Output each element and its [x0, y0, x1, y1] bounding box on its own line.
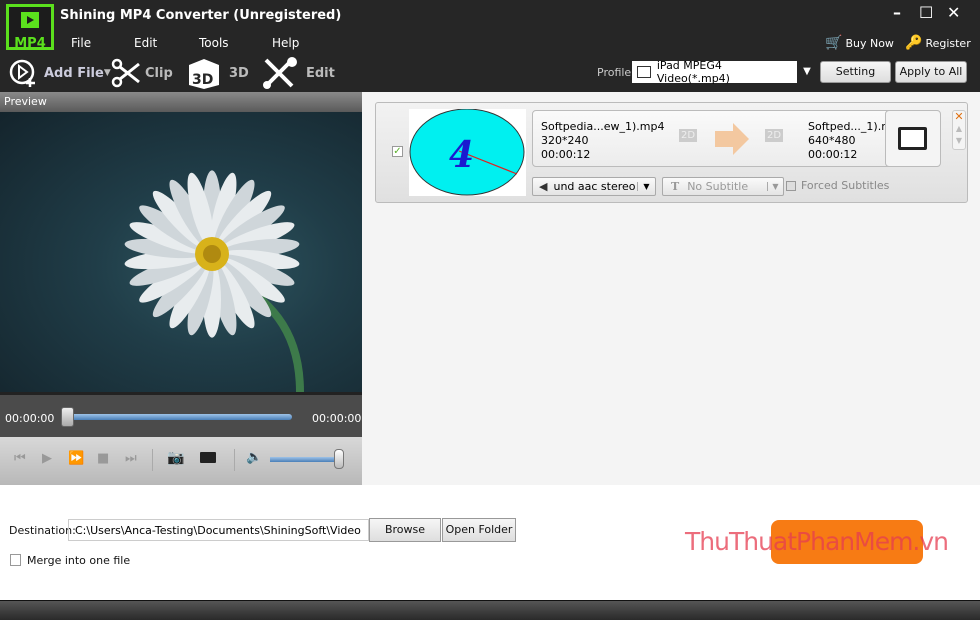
- merge-checkbox[interactable]: [10, 554, 21, 566]
- profile-dropdown-arrow[interactable]: ▼: [797, 61, 817, 83]
- tablet-icon: [637, 66, 651, 78]
- destination-input[interactable]: C:\Users\Anca-Testing\Documents\ShiningS…: [68, 519, 369, 541]
- file-item-checkbox[interactable]: ✓: [392, 146, 403, 157]
- move-up-icon[interactable]: ▲: [953, 123, 965, 135]
- tablet-icon: [898, 127, 927, 150]
- apply-to-all-button[interactable]: Apply to All: [895, 61, 967, 83]
- play-button[interactable]: ▶: [42, 451, 52, 466]
- source-duration: 00:00:12: [541, 148, 591, 161]
- watermark: ThuThuatPhanMem.vn: [685, 527, 949, 556]
- video-preview: [0, 112, 362, 393]
- output-resolution: 640*480: [808, 134, 856, 147]
- register-link[interactable]: 🔑 Register: [905, 35, 971, 51]
- seek-handle[interactable]: [61, 407, 74, 427]
- subtitle-select[interactable]: T No Subtitle ▼: [662, 177, 784, 196]
- menu-tools[interactable]: Tools: [199, 36, 229, 50]
- cart-icon: 🛒: [825, 35, 843, 51]
- menu-help[interactable]: Help: [272, 36, 299, 50]
- scissors-icon: [111, 58, 140, 88]
- add-file-label: Add File: [44, 65, 104, 81]
- divider: [152, 449, 153, 471]
- next-button[interactable]: ⏭: [125, 451, 137, 466]
- source-name: Softpedia...ew_1).mp4: [541, 120, 665, 133]
- profile-label: Profile:: [597, 66, 635, 79]
- previous-button[interactable]: ⏮: [14, 451, 26, 466]
- total-time: 00:00:00: [312, 412, 362, 425]
- audio-track-value: und aac stereo: [553, 180, 636, 193]
- source-resolution: 320*240: [541, 134, 589, 147]
- speaker-icon: ◀: [539, 180, 548, 193]
- open-folder-button[interactable]: Open Folder: [442, 518, 516, 542]
- text-icon: T: [671, 180, 680, 193]
- thumbnail-digit: 4: [449, 134, 474, 176]
- key-icon: 🔑: [905, 35, 923, 51]
- minimize-button[interactable]: –: [893, 3, 901, 22]
- divider: [234, 449, 235, 471]
- preview-header: Preview: [0, 92, 362, 112]
- register-label: Register: [925, 36, 971, 50]
- add-file-icon: [9, 59, 35, 87]
- film-icon: [21, 12, 39, 28]
- buy-now-label: Buy Now: [845, 36, 894, 50]
- menu-edit[interactable]: Edit: [134, 36, 157, 50]
- snapshot-camera-icon[interactable]: 📷: [167, 450, 184, 466]
- profile-select[interactable]: iPad MPEG4 Video(*.mp4): [632, 59, 797, 85]
- output-2d-badge: 2D: [765, 129, 784, 142]
- clip-button[interactable]: Clip: [111, 58, 173, 88]
- edit-button[interactable]: Edit: [262, 57, 335, 89]
- daisy-image: [124, 170, 304, 393]
- seek-bar-area: 00:00:00 00:00:00: [0, 392, 362, 440]
- browse-button[interactable]: Browse: [369, 518, 441, 542]
- current-time: 00:00:00: [5, 412, 55, 425]
- output-name: Softped..._1).mp4: [808, 120, 886, 133]
- svg-text:3D: 3D: [192, 72, 213, 88]
- fast-forward-button[interactable]: ⏩: [68, 451, 84, 466]
- stop-button[interactable]: ■: [97, 451, 109, 466]
- logo-text: MP4: [14, 36, 46, 51]
- destination-label: Destination:: [9, 524, 76, 537]
- add-file-button[interactable]: Add File ▼: [8, 58, 111, 88]
- video-thumbnail[interactable]: 4: [409, 108, 526, 196]
- move-down-icon[interactable]: ▼: [953, 135, 965, 147]
- edit-label: Edit: [306, 65, 335, 81]
- volume-icon[interactable]: 🔈: [246, 450, 262, 465]
- profile-value: iPad MPEG4 Video(*.mp4): [656, 59, 730, 85]
- open-folder-icon[interactable]: [200, 452, 216, 463]
- app-logo: MP4: [6, 4, 54, 51]
- output-duration: 00:00:12: [808, 148, 858, 161]
- 3d-button[interactable]: 3D 3D: [187, 58, 249, 89]
- 3d-label: 3D: [229, 65, 249, 81]
- audio-track-select[interactable]: ◀ und aac stereo ▼: [532, 177, 656, 196]
- conversion-info: Softpedia...ew_1).mp4 320*240 00:00:12 2D …: [532, 110, 941, 167]
- volume-slider[interactable]: [270, 457, 340, 462]
- item-side-controls: ✕ ▲ ▼: [952, 110, 966, 150]
- tools-icon: [263, 57, 297, 89]
- window-title: Shining MP4 Converter (Unregistered): [60, 8, 342, 23]
- maximize-button[interactable]: ☐: [919, 3, 933, 22]
- arrow-right-icon: [715, 123, 749, 155]
- setting-button[interactable]: Setting: [820, 61, 891, 83]
- seek-slider[interactable]: [65, 414, 292, 420]
- remove-icon[interactable]: ✕: [953, 111, 965, 123]
- forced-subtitles-checkbox[interactable]: [786, 181, 796, 191]
- forced-subtitles-label: Forced Subtitles: [801, 179, 890, 192]
- playback-controls: ⏮ ▶ ⏩ ■ ⏭ 📷 🔈: [0, 437, 362, 485]
- output-device-button[interactable]: [885, 110, 941, 167]
- menu-file[interactable]: File: [71, 36, 91, 50]
- chevron-down-icon: ▼: [103, 68, 111, 78]
- source-2d-badge: 2D: [679, 129, 698, 142]
- 3d-cube-icon: 3D: [189, 59, 219, 89]
- status-bar: [0, 600, 980, 620]
- clip-label: Clip: [145, 65, 173, 81]
- volume-handle[interactable]: [334, 449, 344, 469]
- merge-label: Merge into one file: [27, 554, 131, 567]
- chevron-down-icon: ▼: [637, 182, 655, 191]
- chevron-down-icon: ▼: [767, 182, 783, 191]
- buy-now-link[interactable]: 🛒 Buy Now: [825, 35, 894, 51]
- close-button[interactable]: ✕: [947, 3, 960, 22]
- subtitle-value: No Subtitle: [687, 180, 749, 193]
